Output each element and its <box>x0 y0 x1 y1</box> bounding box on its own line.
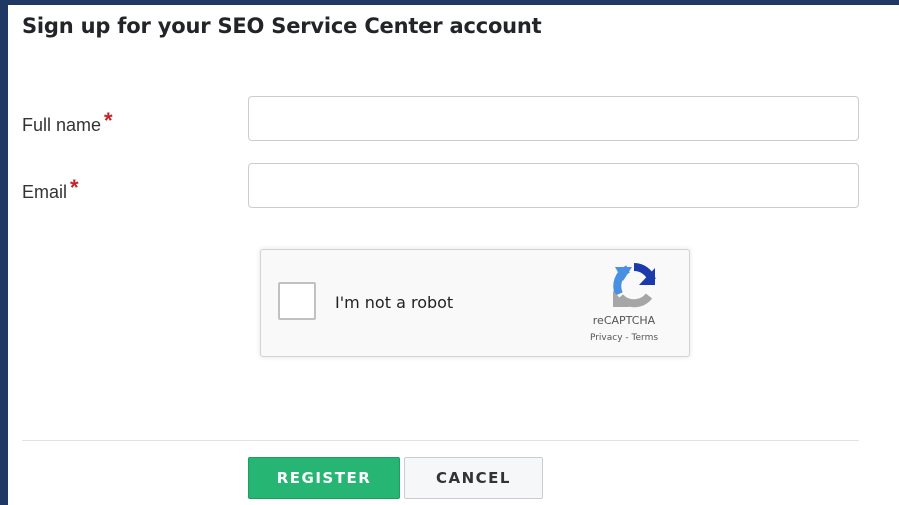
required-marker: * <box>70 175 79 200</box>
full-name-label-text: Full name <box>22 115 102 135</box>
register-button[interactable]: REGISTER <box>248 457 400 499</box>
recaptcha-link-separator: - <box>622 333 632 343</box>
recaptcha-brand: reCAPTCHA <box>592 314 656 327</box>
required-marker: * <box>104 108 113 133</box>
cancel-button[interactable]: CANCEL <box>404 457 543 499</box>
full-name-input[interactable] <box>248 96 859 141</box>
recaptcha-label: I'm not a robot <box>335 293 454 312</box>
recaptcha-terms-link[interactable]: Terms <box>632 333 659 343</box>
recaptcha-logo-icon <box>613 263 656 308</box>
full-name-label: Full name * <box>22 108 113 137</box>
signup-panel: Sign up for your SEO Service Center acco… <box>0 0 899 505</box>
recaptcha-checkbox[interactable] <box>278 282 316 320</box>
email-label-text: Email <box>22 182 68 202</box>
footer-divider <box>22 440 859 441</box>
recaptcha-privacy-link[interactable]: Privacy <box>590 333 623 343</box>
recaptcha-widget: I'm not a robot reCAPTCHA Privacy - Term… <box>260 249 690 357</box>
email-input[interactable] <box>248 163 859 208</box>
page-title: Sign up for your SEO Service Center acco… <box>22 14 542 38</box>
email-label: Email * <box>22 175 79 204</box>
recaptcha-links: Privacy - Terms <box>561 333 687 343</box>
